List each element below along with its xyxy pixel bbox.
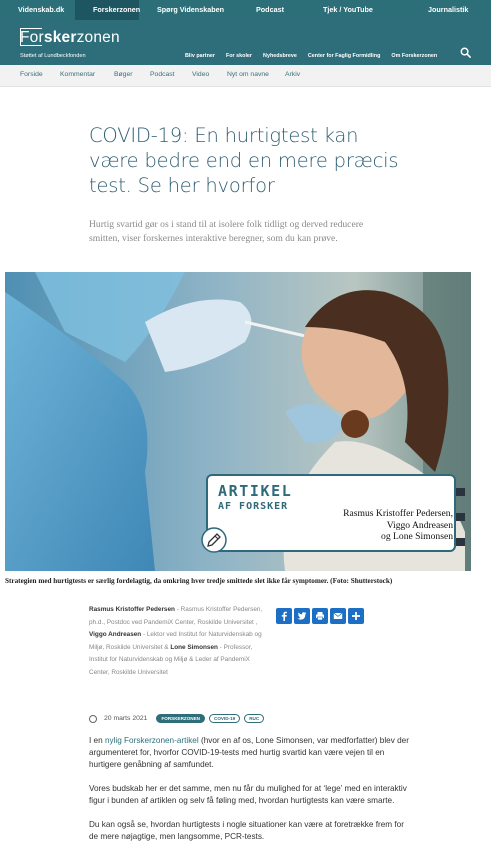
article-meta: 20 marts 2021 FORSKERZONEN COVID-19 RUC xyxy=(89,714,268,723)
print-icon xyxy=(316,612,324,621)
subnav-kommentar[interactable]: Kommentar xyxy=(60,71,95,78)
author-name[interactable]: Viggo Andreasen xyxy=(89,631,141,638)
paragraph: Vores budskab her er det samme, men nu f… xyxy=(89,784,407,806)
print-share-button[interactable] xyxy=(312,608,328,624)
plus-icon xyxy=(352,612,360,620)
subnav-forside[interactable]: Forside xyxy=(20,71,43,78)
topnav-journalistik[interactable]: Journalistik xyxy=(410,0,491,20)
logo-part: zonen xyxy=(76,29,120,46)
pencil-icon xyxy=(201,527,227,553)
logo-tagline: Støttet af Lundbeckfonden xyxy=(20,53,86,59)
topnav-forskerzonen[interactable]: Forskerzonen xyxy=(75,0,140,20)
subnav-boeger[interactable]: Bøger xyxy=(114,71,133,78)
badge-author: Rasmus Kristoffer Pedersen, xyxy=(343,508,453,519)
topnav-videnskab[interactable]: Videnskab.dk xyxy=(0,0,75,20)
topnav-tjek[interactable]: Tjek / YouTube xyxy=(305,0,410,20)
topnav-spoerg[interactable]: Spørg Videnskaben xyxy=(139,0,238,20)
tag-covid19[interactable]: COVID-19 xyxy=(209,714,241,723)
site-topbar: Videnskab.dk Forskerzonen Spørg Videnska… xyxy=(0,0,491,20)
logo-part: Fo xyxy=(20,29,39,46)
subnav-nyt-om-navne[interactable]: Nyt om navne xyxy=(227,71,269,78)
email-icon xyxy=(333,612,343,619)
subnav-video[interactable]: Video xyxy=(192,71,209,78)
author-name[interactable]: Rasmus Kristoffer Pedersen xyxy=(89,606,175,613)
nav-nyhedsbreve[interactable]: Nyhedsbreve xyxy=(263,53,297,59)
site-header: Forskerzonen Støttet af Lundbeckfonden B… xyxy=(0,20,491,65)
tag-forskerzonen[interactable]: FORSKERZONEN xyxy=(156,714,205,723)
topnav-podcast[interactable]: Podcast xyxy=(238,0,305,20)
paragraph: I en nylig Forskerzonen-artikel (hvor en… xyxy=(89,735,414,772)
badge-author: Viggo Andreasen xyxy=(386,519,453,531)
badge-line2: AF FORSKER xyxy=(218,501,289,512)
logo-part: sker xyxy=(43,29,77,46)
image-caption: Strategien med hurtigtests er særlig for… xyxy=(5,577,393,585)
article-by-researcher-badge: ARTIKEL AF FORSKER Rasmus Kristoffer Ped… xyxy=(206,474,456,552)
nav-center[interactable]: Center for Faglig Formidling xyxy=(308,53,380,59)
logo[interactable]: Forskerzonen xyxy=(20,29,120,47)
main-nav: Bliv partner For skoler Nyhedsbreve Cent… xyxy=(185,53,448,59)
twitter-icon xyxy=(297,612,307,620)
page-title: COVID-19: En hurtigtest kan være bedre e… xyxy=(89,124,399,197)
subnav-arkiv[interactable]: Arkiv xyxy=(285,71,300,78)
sub-nav: Forside Kommentar Bøger Podcast Video Ny… xyxy=(0,65,491,87)
tag-ruc[interactable]: RUC xyxy=(244,714,265,723)
twitter-share-button[interactable] xyxy=(294,608,310,624)
paragraph-text: I en xyxy=(89,736,105,745)
nav-bliv-partner[interactable]: Bliv partner xyxy=(185,53,215,59)
nav-om[interactable]: Om Forskerzonen xyxy=(391,53,437,59)
facebook-share-button[interactable] xyxy=(276,608,292,624)
badge-label: ARTIKEL AF FORSKER xyxy=(218,483,292,513)
badge-author: og Lone Simonsen xyxy=(381,531,453,542)
author-info: Rasmus Kristoffer Pedersen - Rasmus Kris… xyxy=(89,604,269,679)
more-share-button[interactable] xyxy=(348,608,364,624)
forskerzonen-article-link[interactable]: nylig Forskerzonen-artikel xyxy=(105,736,199,745)
facebook-icon xyxy=(281,611,287,621)
subnav-podcast[interactable]: Podcast xyxy=(150,71,175,78)
nav-for-skoler[interactable]: For skoler xyxy=(226,53,252,59)
email-share-button[interactable] xyxy=(330,608,346,624)
paragraph: Du kan også se, hvordan hurtigtests i no… xyxy=(89,820,404,842)
badge-line1: ARTIKEL xyxy=(218,482,293,500)
search-icon[interactable] xyxy=(460,47,471,58)
publish-date: 20 marts 2021 xyxy=(104,715,148,722)
clock-icon xyxy=(89,714,97,723)
author-name[interactable]: Lone Simonsen xyxy=(170,644,218,651)
badge-authors: Rasmus Kristoffer Pedersen, Viggo Andrea… xyxy=(303,508,453,543)
article-body: I en nylig Forskerzonen-artikel (hvor en… xyxy=(89,735,414,855)
share-buttons xyxy=(276,608,366,624)
article-lead: Hurtig svartid gør os i stand til at iso… xyxy=(89,219,364,245)
